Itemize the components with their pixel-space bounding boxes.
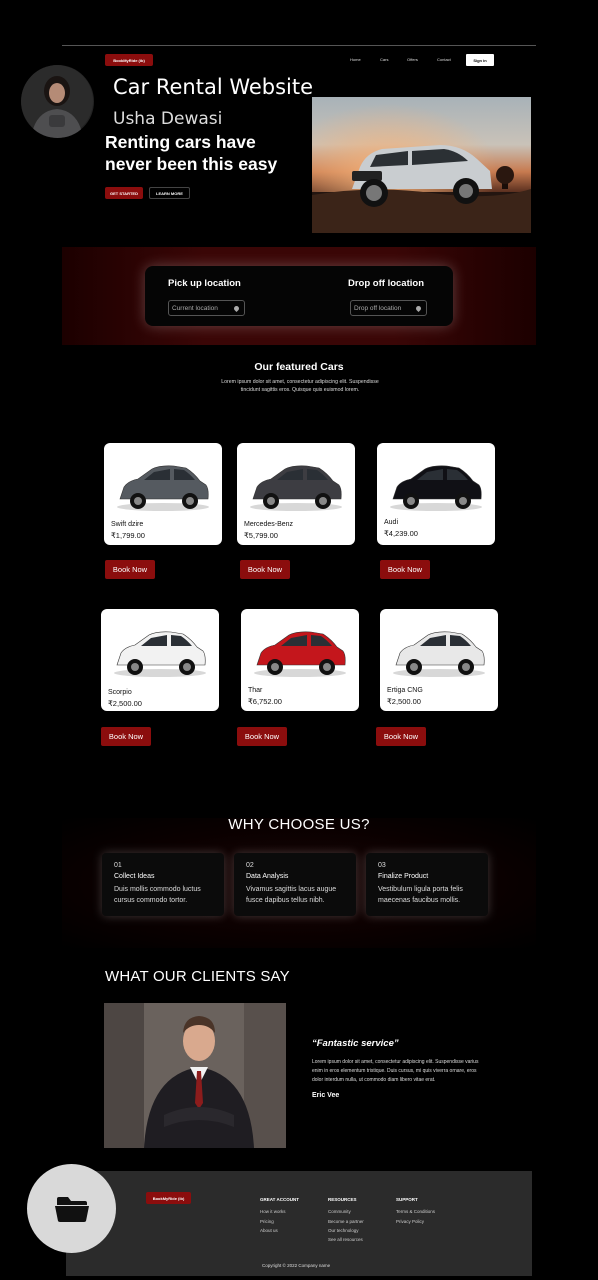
footer-link[interactable]: Become a partner bbox=[328, 1219, 364, 1224]
featured-description: Lorem ipsum dolor sit amet, consectetur … bbox=[221, 379, 379, 393]
car-image bbox=[114, 631, 206, 677]
footer-column-title: SUPPORT bbox=[396, 1197, 418, 1202]
car-price: ₹2,500.00 bbox=[387, 697, 421, 706]
car-card-thar[interactable]: Thar ₹6,752.00 bbox=[241, 609, 359, 711]
car-image bbox=[393, 631, 485, 677]
top-divider bbox=[62, 45, 536, 46]
car-price: ₹2,500.00 bbox=[108, 699, 142, 708]
book-now-button[interactable]: Book Now bbox=[240, 560, 290, 579]
car-name: Audi bbox=[384, 519, 399, 526]
footer-link[interactable]: Our technology bbox=[328, 1228, 359, 1233]
hero-car-image bbox=[312, 97, 531, 233]
nav-cars[interactable]: Cars bbox=[380, 57, 388, 62]
footer bbox=[66, 1171, 532, 1276]
why-text: Duis mollis commodo luctus cursus commod… bbox=[114, 886, 201, 904]
why-card: 02 Data Analysis Vivamus sagittis lacus … bbox=[234, 853, 356, 916]
why-text: Vestibulum ligula porta felis maecenas f… bbox=[378, 886, 463, 904]
book-now-button[interactable]: Book Now bbox=[101, 727, 151, 746]
nav-contact[interactable]: Contact bbox=[437, 57, 451, 62]
overlay-title: Car Rental Website bbox=[113, 75, 314, 99]
nav-offers[interactable]: Offers bbox=[407, 57, 418, 62]
testimonial-author: Eric Vee bbox=[312, 1092, 340, 1099]
footer-link[interactable]: Community bbox=[328, 1209, 351, 1214]
footer-link[interactable]: Terms & Conditions bbox=[396, 1209, 435, 1214]
car-name: Scorpio bbox=[108, 689, 132, 696]
brand-logo[interactable]: BookMyRide (ib) bbox=[105, 54, 153, 66]
book-now-button[interactable]: Book Now bbox=[105, 560, 155, 579]
testimonial-quote: “Fantastic service” bbox=[312, 1038, 399, 1049]
featured-title: Our featured Cars bbox=[254, 361, 344, 373]
overlay-author: Usha Dewasi bbox=[113, 109, 223, 129]
why-heading: Data Analysis bbox=[246, 873, 289, 880]
car-name: Mercedes-Benz bbox=[244, 521, 294, 528]
car-card-mercedes[interactable]: Mercedes-Benz ₹5,799.00 bbox=[237, 443, 355, 545]
car-name: Swift dzire bbox=[111, 521, 144, 528]
car-image bbox=[117, 465, 209, 511]
car-card-audi[interactable]: Audi ₹4,239.00 bbox=[377, 443, 495, 545]
dropoff-input[interactable]: Drop off location bbox=[350, 300, 427, 316]
footer-link[interactable]: Pricing bbox=[260, 1219, 274, 1224]
book-now-button[interactable]: Book Now bbox=[237, 727, 287, 746]
car-price: ₹6,752.00 bbox=[248, 697, 282, 706]
why-number: 03 bbox=[378, 862, 386, 869]
presenter-avatar bbox=[21, 65, 94, 138]
car-card-swift[interactable]: Swift dzire ₹1,799.00 bbox=[104, 443, 222, 545]
why-heading: Finalize Product bbox=[378, 873, 429, 880]
why-title: WHY CHOOSE US? bbox=[228, 816, 370, 833]
dropoff-label: Drop off location bbox=[348, 278, 424, 289]
clients-title: WHAT OUR CLIENTS SAY bbox=[105, 968, 290, 985]
car-card-scorpio[interactable]: Scorpio ₹2,500.00 bbox=[101, 609, 219, 711]
car-card-ertiga[interactable]: Ertiga CNG ₹2,500.00 bbox=[380, 609, 498, 711]
location-pin-icon bbox=[414, 304, 423, 312]
footer-link[interactable]: About us bbox=[260, 1228, 278, 1233]
location-pin-icon bbox=[232, 304, 241, 312]
why-heading: Collect Ideas bbox=[114, 873, 155, 880]
location-card bbox=[145, 266, 453, 326]
footer-link[interactable]: How it works bbox=[260, 1209, 286, 1214]
hero-heading: Renting cars have never been this easy bbox=[105, 132, 278, 174]
pickup-label: Pick up location bbox=[168, 278, 241, 289]
nav-home[interactable]: Home bbox=[350, 57, 361, 62]
why-card: 03 Finalize Product Vestibulum ligula po… bbox=[366, 853, 488, 916]
footer-column-title: RESOURCES bbox=[328, 1197, 357, 1202]
why-number: 01 bbox=[114, 862, 122, 869]
car-name: Ertiga CNG bbox=[387, 687, 423, 694]
copyright: Copyright © 2022 Company name bbox=[262, 1263, 331, 1268]
footer-link[interactable]: Privacy Policy bbox=[396, 1219, 424, 1224]
dropoff-placeholder: Drop off location bbox=[354, 304, 402, 312]
book-now-button[interactable]: Book Now bbox=[376, 727, 426, 746]
client-photo bbox=[104, 1003, 286, 1148]
why-card: 01 Collect Ideas Duis mollis commodo luc… bbox=[102, 853, 224, 916]
car-price: ₹1,799.00 bbox=[111, 531, 145, 540]
why-number: 02 bbox=[246, 862, 254, 869]
car-price: ₹5,799.00 bbox=[244, 531, 278, 540]
car-image bbox=[250, 465, 342, 511]
sign-in-button[interactable]: Sign in bbox=[466, 54, 494, 66]
pickup-input[interactable]: Current location bbox=[168, 300, 245, 316]
folder-button[interactable] bbox=[27, 1164, 116, 1253]
learn-more-button[interactable]: LEARN MORE bbox=[149, 187, 190, 199]
pickup-placeholder: Current location bbox=[172, 304, 218, 312]
footer-column-title: GREAT ACCOUNT bbox=[260, 1197, 299, 1202]
get-started-button[interactable]: GET STARTED bbox=[105, 187, 143, 199]
folder-icon bbox=[54, 1196, 89, 1222]
car-image bbox=[390, 465, 482, 511]
car-image bbox=[254, 631, 346, 677]
car-price: ₹4,239.00 bbox=[384, 529, 418, 538]
footer-logo[interactable]: BookMyRide (ib) bbox=[146, 1192, 191, 1204]
testimonial-text: Lorem ipsum dolor sit amet, consectetur … bbox=[312, 1059, 479, 1083]
car-name: Thar bbox=[248, 687, 263, 694]
book-now-button[interactable]: Book Now bbox=[380, 560, 430, 579]
why-text: Vivamus sagittis lacus augue fusce dapib… bbox=[246, 886, 337, 904]
footer-link[interactable]: See all resources bbox=[328, 1237, 363, 1242]
